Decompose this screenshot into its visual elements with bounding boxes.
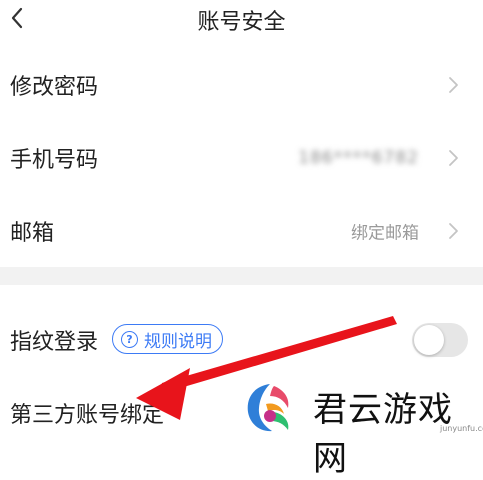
annotation-arrow <box>136 316 397 420</box>
watermark-logo <box>247 384 289 432</box>
watermark-url: junyunfu.com <box>440 424 483 433</box>
